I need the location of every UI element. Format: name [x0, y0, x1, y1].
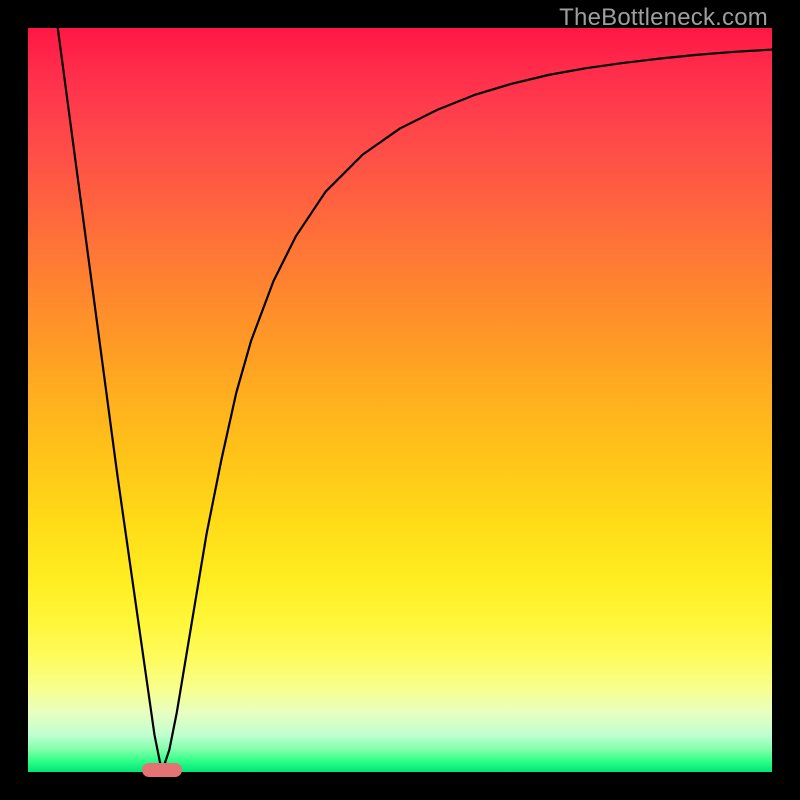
bottleneck-curve — [28, 28, 772, 772]
attribution-text: TheBottleneck.com — [559, 4, 768, 32]
plot-area — [28, 28, 772, 772]
optimal-marker — [142, 763, 182, 777]
chart-frame — [28, 28, 772, 772]
